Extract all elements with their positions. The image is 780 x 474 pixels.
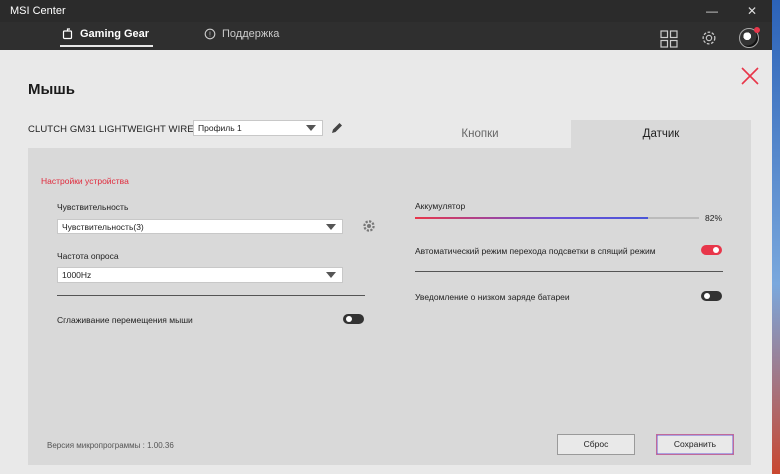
sleep-lighting-toggle[interactable] xyxy=(701,245,722,255)
close-window-button[interactable]: ✕ xyxy=(732,0,772,22)
reset-button[interactable]: Сброс xyxy=(557,434,635,455)
sensitivity-select[interactable]: Чувствительность(3) xyxy=(57,219,343,234)
desktop-background xyxy=(772,0,780,474)
polling-rate-select[interactable]: 1000Hz xyxy=(57,267,343,283)
tab-support-label: Поддержка xyxy=(222,28,280,40)
battery-bar-fill xyxy=(415,217,648,219)
profile-select[interactable]: Профиль 1 xyxy=(193,120,323,136)
svg-text:!: ! xyxy=(209,32,211,39)
smoothing-label: Сглаживание перемещения мыши xyxy=(57,315,193,325)
sleep-lighting-label: Автоматический режим перехода подсветки … xyxy=(415,246,656,256)
toggle-knob xyxy=(713,247,719,253)
divider xyxy=(57,295,365,296)
window-title: MSI Center xyxy=(10,5,66,17)
close-icon[interactable] xyxy=(740,66,760,86)
toggle-knob xyxy=(346,316,352,322)
battery-percent: 82% xyxy=(705,213,723,223)
grid-icon[interactable] xyxy=(660,30,678,48)
section-title: Настройки устройства xyxy=(41,176,129,186)
tab-gaming-gear[interactable]: Gaming Gear xyxy=(59,28,154,47)
profile-select-value: Профиль 1 xyxy=(198,123,242,133)
gamepad-icon xyxy=(62,28,73,40)
device-name: CLUTCH GM31 LIGHTWEIGHT WIRELESS xyxy=(28,124,219,135)
avatar[interactable] xyxy=(739,27,760,48)
tab-support[interactable]: ! Поддержка xyxy=(204,28,279,40)
support-icon: ! xyxy=(204,28,216,40)
battery-label: Аккумулятор xyxy=(415,201,466,211)
chevron-down-icon xyxy=(306,125,316,131)
msi-center-window: MSI Center — ✕ Gaming Gear ! Поддержка М… xyxy=(0,0,772,474)
polling-rate-label: Частота опроса xyxy=(57,251,119,261)
sensitivity-settings-gear-icon[interactable] xyxy=(362,219,376,233)
low-battery-notice-toggle[interactable] xyxy=(701,291,722,301)
nav-bar: Gaming Gear ! Поддержка xyxy=(0,22,772,50)
chevron-down-icon xyxy=(326,272,336,278)
tab-sensor[interactable]: Датчик xyxy=(571,120,751,148)
toggle-knob xyxy=(704,293,710,299)
settings-gear-icon[interactable] xyxy=(700,29,718,47)
polling-rate-select-value: 1000Hz xyxy=(62,270,92,280)
minimize-button[interactable]: — xyxy=(692,0,732,22)
page-title: Мышь xyxy=(28,81,76,98)
edit-pencil-icon[interactable] xyxy=(330,121,344,135)
low-battery-notice-label: Уведомление о низком заряде батареи xyxy=(415,292,570,302)
sensitivity-label: Чувствительность xyxy=(57,202,129,212)
divider xyxy=(415,271,723,272)
firmware-version: Версия микропрограммы : 1.00.36 xyxy=(47,441,174,450)
tab-gaming-gear-label: Gaming Gear xyxy=(80,28,150,40)
smoothing-toggle[interactable] xyxy=(343,314,364,324)
save-button[interactable]: Сохранить xyxy=(656,434,734,455)
settings-panel xyxy=(28,148,751,465)
sensitivity-select-value: Чувствительность(3) xyxy=(62,221,144,232)
title-bar: MSI Center — ✕ xyxy=(0,0,772,22)
chevron-down-icon xyxy=(326,223,336,230)
battery-bar xyxy=(415,217,699,219)
tab-buttons[interactable]: Кнопки xyxy=(390,120,570,148)
